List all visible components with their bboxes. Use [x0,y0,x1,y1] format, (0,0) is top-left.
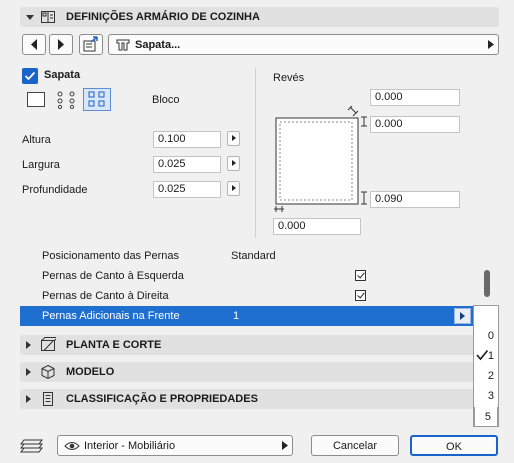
profundidade-input[interactable]: 0.025 [153,181,221,198]
param-value: Standard [231,250,276,262]
param-row-posicionamento[interactable]: Posicionamento das Pernas Standard [20,246,473,266]
section-title: MODELO [66,366,115,378]
cancel-button[interactable]: Cancelar [311,435,399,456]
altura-arrow-button[interactable] [227,131,240,146]
dropdown-option[interactable]: 2 [474,366,500,386]
shape-solid-option[interactable] [26,91,46,108]
expand-triangle-icon [26,368,31,376]
reves-diagram [274,105,367,212]
ok-label: OK [446,441,462,453]
layer-name: Interior - Mobiliário [84,440,176,452]
expand-triangle-icon [26,341,31,349]
layer-selector[interactable]: Interior - Mobiliário [57,435,293,456]
sapata-icon [116,39,130,51]
dropdown-option-selected[interactable]: 1 [474,346,500,366]
dropdown-option[interactable]: 5 [474,407,498,427]
option-label: 0 [487,330,494,342]
section-planta-corte[interactable]: PLANTA E CORTE [20,335,499,355]
collapse-triangle-icon [26,15,34,20]
section-title: DEFINIÇÕES ARMÁRIO DE COZINHA [66,11,260,23]
component-selector[interactable]: Sapata... [108,34,499,55]
layers-icon [20,439,43,453]
dropdown-option[interactable]: 0 [474,326,500,346]
favorites-icon [83,36,98,52]
section-classificacao[interactable]: CLASSIFICAÇÃO E PROPRIEDADES [20,389,499,409]
reves-title: Revés [273,72,305,84]
param-row-canto-direita[interactable]: Pernas de Canto à Direita [20,286,473,306]
shape-legs-option[interactable] [55,90,79,110]
largura-input[interactable]: 0.025 [153,156,221,173]
value-dropdown-button[interactable] [454,308,471,324]
option-label: 5 [484,411,491,423]
document-list-icon [43,392,53,406]
vertical-divider [255,68,256,238]
floor-plan-icon [41,337,56,351]
arrow-left-icon [31,39,37,50]
cancel-label: Cancelar [332,440,378,452]
reves-bottom-left-input[interactable]: 0.000 [273,218,361,235]
chevron-right-icon [282,441,288,450]
option-label: 2 [487,370,494,382]
component-name: Sapata... [135,39,181,51]
largura-arrow-button[interactable] [227,156,240,171]
ok-button[interactable]: OK [410,435,498,456]
checkmark-icon [24,71,36,81]
rectangle-shape-icon [27,92,45,107]
reves-right-bottom-input[interactable]: 0.090 [370,191,460,208]
param-value: 1 [233,310,240,322]
option-label: 3 [487,390,494,402]
expand-triangle-icon [26,395,31,403]
four-squares-icon [88,91,105,107]
sapata-label: Sapata [44,69,81,81]
settings-section-header[interactable]: DEFINIÇÕES ARMÁRIO DE COZINHA [20,7,499,27]
canto-direita-checkbox[interactable] [355,290,366,301]
reves-top-input[interactable]: 0.000 [370,89,460,106]
option-label: 1 [487,350,494,362]
param-name: Posicionamento das Pernas [42,250,179,262]
param-row-adicionais-frente[interactable]: Pernas Adicionais na Frente 1 [20,306,473,326]
profundidade-label: Profundidade [22,184,88,196]
four-dots-icon [57,91,75,110]
param-name: Pernas Adicionais na Frente [42,310,180,322]
param-row-canto-esquerda[interactable]: Pernas de Canto à Esquerda [20,266,473,286]
section-modelo[interactable]: MODELO [20,362,499,382]
params-scrollbar-thumb[interactable] [484,270,490,297]
profundidade-arrow-button[interactable] [227,181,240,196]
canto-esquerda-checkbox[interactable] [355,270,366,281]
altura-label: Altura [22,134,51,146]
kitchen-cabinet-icon [41,11,55,23]
largura-label: Largura [22,159,60,171]
eye-icon [64,442,80,450]
altura-input[interactable]: 0.100 [153,131,221,148]
chevron-right-icon [460,312,465,320]
chevron-right-icon [488,40,494,49]
cube-icon [41,364,55,380]
section-title: CLASSIFICAÇÃO E PROPRIEDADES [66,393,258,405]
dropdown-option[interactable]: 3 [474,386,500,406]
shape-block-option[interactable] [83,88,111,111]
next-button[interactable] [49,34,73,55]
arrow-right-icon [58,39,64,50]
favorites-button[interactable] [79,34,103,55]
previous-button[interactable] [22,34,46,55]
param-name: Pernas de Canto à Direita [42,290,169,302]
param-name: Pernas de Canto à Esquerda [42,270,184,282]
sapata-checkbox[interactable] [22,68,38,84]
bloco-label: Bloco [152,94,180,106]
reves-right-top-input[interactable]: 0.000 [370,116,460,133]
section-title: PLANTA E CORTE [66,339,162,351]
